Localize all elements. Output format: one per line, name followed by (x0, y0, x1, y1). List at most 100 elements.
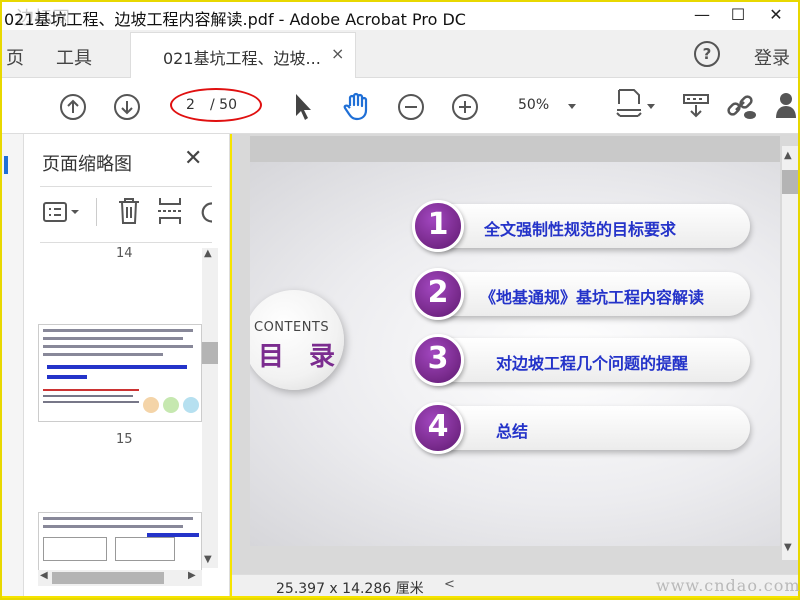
toc-item-4: 4 总结 (412, 402, 750, 454)
thumb-shape (143, 397, 159, 413)
doc-scroll-up-arrow[interactable]: ▲ (784, 150, 792, 161)
minimize-button[interactable]: — (682, 4, 722, 28)
toc-number: 3 (412, 334, 464, 386)
thumbnail-page-label: 14 (116, 246, 133, 261)
next-page-button[interactable] (114, 94, 140, 120)
tab-document[interactable]: 021基坑工程、边坡... × (130, 32, 356, 78)
toc-text: 总结 (496, 422, 529, 441)
tab-close-button[interactable]: × (331, 44, 344, 63)
document-scrollbar[interactable]: ▲ ▼ (782, 146, 798, 560)
help-button[interactable]: ? (694, 41, 720, 67)
watermark-bottom: www.cndao.com (656, 576, 800, 595)
thumb-text-line (43, 345, 193, 348)
tab-tools[interactable]: 工具 (56, 44, 92, 70)
thumb-shape (43, 537, 107, 561)
close-window-button[interactable]: ✕ (756, 4, 796, 28)
window-title: 021基坑工程、边坡工程内容解读.pdf - Adobe Acrobat Pro… (4, 10, 466, 29)
share-user-button[interactable] (774, 90, 800, 124)
toc-text: 《地基通规》基坑工程内容解读 (480, 288, 705, 307)
scroll-mode-button[interactable] (682, 92, 710, 124)
thumbnail-page-label: 15 (116, 432, 133, 447)
zoom-dropdown-icon[interactable] (568, 104, 576, 109)
thumb-text-line (43, 389, 139, 391)
fit-dropdown-icon[interactable] (647, 104, 655, 109)
thumb-shape (183, 397, 199, 413)
thumbnail-hscrollbar[interactable]: ◀ ▶ (38, 570, 202, 586)
zoom-in-icon (452, 94, 478, 120)
page-dimensions: 25.397 x 14.286 厘米 (276, 581, 424, 597)
panel-close-button[interactable]: ✕ (184, 146, 202, 171)
delete-page-button[interactable] (116, 196, 142, 230)
scroll-down-arrow[interactable]: ▼ (204, 554, 212, 565)
toolbar: 2 / 50 50% (2, 78, 798, 134)
zoom-out-icon (398, 94, 424, 120)
contents-label-en: CONTENTS (254, 320, 330, 335)
toc-item-1: 1 全文强制性规范的目标要求 (412, 200, 750, 252)
contents-badge: CONTENTS 目 录 (250, 290, 344, 390)
panel-title: 页面缩略图 (42, 154, 132, 175)
toc-number: 2 (412, 268, 464, 320)
toolbar-separator (96, 198, 97, 226)
thumbnail-options-button[interactable] (42, 200, 80, 228)
maximize-button[interactable]: ☐ (718, 4, 758, 28)
hand-tool-icon (343, 92, 368, 121)
thumbnail-page-16[interactable] (38, 512, 202, 572)
thumb-text-line (43, 337, 183, 340)
previous-page-edge (250, 136, 780, 162)
thumb-shape (115, 537, 175, 561)
zoom-out-button[interactable] (398, 94, 424, 120)
thumbnail-scrollbar[interactable]: ▲ ▼ (202, 248, 218, 568)
panel-divider (40, 186, 212, 187)
thumb-text-line (47, 375, 87, 379)
user-share-icon (776, 93, 796, 118)
arrow-down-icon (114, 94, 140, 120)
doc-scrollbar-thumb[interactable] (782, 170, 798, 194)
contents-label-cn: 目 录 (258, 342, 344, 372)
thumb-text-line (147, 533, 199, 537)
login-button[interactable]: 登录 (754, 44, 790, 70)
thumbnail-page-15[interactable] (38, 324, 202, 422)
rotate-page-button[interactable] (198, 198, 212, 226)
fit-page-icon (616, 89, 642, 117)
toc-item-2: 2 《地基通规》基坑工程内容解读 (412, 268, 750, 320)
toc-item-3: 3 对边坡工程几个问题的提醒 (412, 334, 750, 386)
previous-page-button[interactable] (60, 94, 86, 120)
panel-divider-2 (40, 242, 212, 243)
fit-page-button[interactable] (614, 88, 644, 128)
hand-tool-button[interactable] (342, 90, 374, 126)
slide-page: CONTENTS 目 录 1 全文强制性规范的目标要求 2 《地基通规》基坑工程… (250, 162, 780, 546)
delete-icon (119, 198, 139, 224)
hscrollbar-thumb[interactable] (52, 572, 164, 584)
thumb-shape (163, 397, 179, 413)
select-cursor-icon (296, 94, 311, 120)
scrollbar-thumb[interactable] (202, 342, 218, 364)
link-icon (727, 95, 756, 119)
scroll-left-arrow[interactable]: ◀ (40, 570, 48, 581)
rotate-icon (201, 202, 212, 223)
left-nav-strip (2, 134, 24, 596)
hscroll-left-arrow[interactable]: < (444, 577, 455, 592)
thumb-text-line (43, 353, 163, 356)
select-tool-button[interactable] (292, 92, 314, 126)
doc-scroll-down-arrow[interactable]: ▼ (784, 542, 792, 553)
insert-icon (158, 198, 182, 224)
arrow-up-icon (60, 94, 86, 120)
scroll-mode-icon (683, 94, 709, 118)
thumb-text-line (47, 365, 187, 369)
scroll-up-arrow[interactable]: ▲ (204, 248, 212, 259)
scroll-right-arrow[interactable]: ▶ (188, 570, 196, 581)
toc-text: 全文强制性规范的目标要求 (484, 220, 677, 239)
thumb-text-line (43, 395, 133, 397)
thumb-text-line (43, 401, 139, 403)
options-icon (43, 202, 79, 222)
toc-number: 4 (412, 402, 464, 454)
tab-bar: 页 工具 021基坑工程、边坡... × ? 登录 (2, 30, 798, 78)
link-button[interactable] (724, 90, 758, 126)
toc-text: 对边坡工程几个问题的提醒 (496, 354, 689, 373)
insert-page-button[interactable] (156, 196, 184, 230)
zoom-level[interactable]: 50% (518, 97, 549, 113)
title-bar: 边标网 021基坑工程、边坡工程内容解读.pdf - Adobe Acrobat… (2, 2, 798, 30)
tab-home[interactable]: 页 (6, 44, 24, 70)
zoom-in-button[interactable] (452, 94, 478, 120)
tab-document-label: 021基坑工程、边坡... (163, 49, 321, 68)
